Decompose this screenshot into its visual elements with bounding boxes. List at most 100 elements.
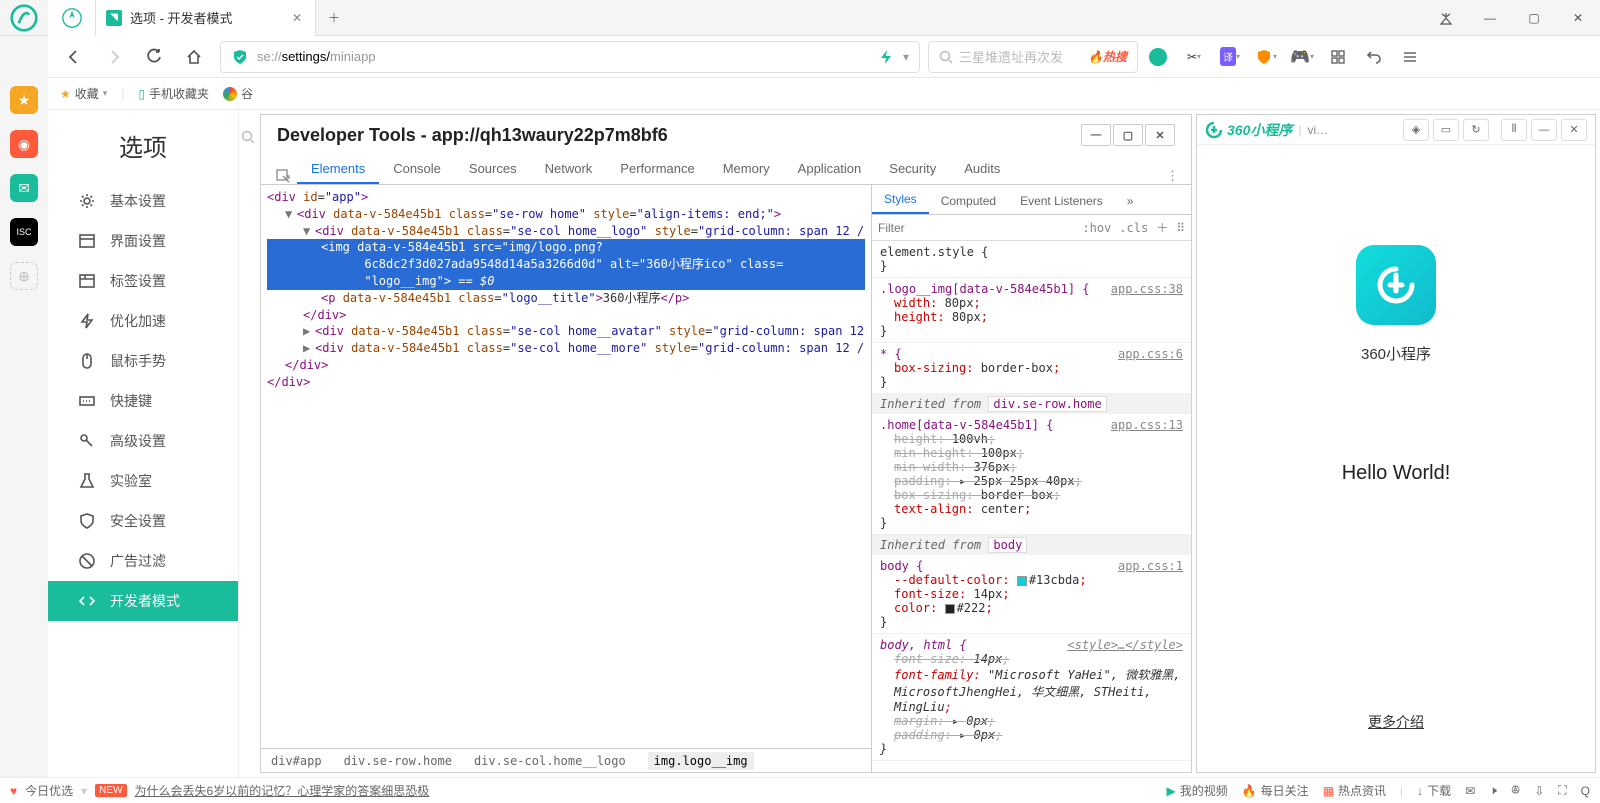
devtools-tab-elements[interactable]: Elements	[297, 155, 379, 184]
mini-search-icon[interactable]	[238, 110, 256, 777]
cls-toggle[interactable]: .cls	[1119, 221, 1148, 235]
statusbar-daily[interactable]: 🔥每日关注	[1242, 782, 1309, 799]
toolbar-menu-icon[interactable]	[1394, 41, 1426, 73]
styles-tab-more-icon[interactable]: »	[1115, 188, 1146, 214]
settings-item-wrench[interactable]: 高级设置	[48, 421, 238, 461]
devtools-tab-audits[interactable]: Audits	[950, 155, 1014, 184]
settings-item-gear[interactable]: 基本设置	[48, 181, 238, 221]
preview-device-button[interactable]: ▭	[1433, 119, 1459, 141]
statusbar-mail-icon[interactable]: ✉	[1465, 784, 1475, 798]
preview-close-button[interactable]: ✕	[1561, 119, 1587, 141]
statusbar-headline[interactable]: 为什么会丢失6岁以前的记忆？心理学家的答案细思恐极	[135, 782, 430, 799]
reload-button[interactable]	[136, 39, 172, 75]
new-tab-button[interactable]: ＋	[316, 0, 352, 36]
statusbar-ip-icon[interactable]: ꔮ	[1511, 783, 1520, 798]
bookmark-mobile[interactable]: ▯手机收藏夹	[138, 85, 209, 102]
favorites-icon[interactable]: ★	[10, 86, 38, 114]
settings-item-tag[interactable]: 标签设置	[48, 261, 238, 301]
inspect-icon[interactable]	[269, 168, 297, 184]
preview-reload-button[interactable]: ↻	[1463, 119, 1489, 141]
settings-item-shield[interactable]: 安全设置	[48, 501, 238, 541]
toolbar-undo-icon[interactable]	[1358, 41, 1390, 73]
styles-tab-styles[interactable]: Styles	[872, 186, 929, 214]
toolbar-game-icon[interactable]: 🎮▾	[1286, 41, 1318, 73]
statusbar-mute-icon[interactable]: 🕨	[1489, 783, 1497, 798]
styles-body[interactable]: element.style {} app.css:38 .logo__img[d…	[872, 241, 1191, 772]
styles-tab-computed[interactable]: Computed	[929, 188, 1008, 214]
isc-icon[interactable]: ISC	[10, 218, 38, 246]
devtools-more-icon[interactable]: ⋮	[1154, 168, 1191, 184]
bookmark-google[interactable]: 谷	[223, 85, 253, 102]
close-button[interactable]: ✕	[1556, 0, 1600, 36]
devtools-tab-performance[interactable]: Performance	[606, 155, 708, 184]
devtools-tab-console[interactable]: Console	[379, 155, 455, 184]
devtools-tab-security[interactable]: Security	[875, 155, 950, 184]
settings-item-flask[interactable]: 实验室	[48, 461, 238, 501]
dom-selected-node[interactable]: ⋯ <img data-v-584e45b1 src="img/logo.png…	[267, 239, 865, 289]
hov-toggle[interactable]: :hov	[1082, 221, 1111, 235]
devtools-maximize-button[interactable]: ▢	[1113, 124, 1143, 146]
minimize-button[interactable]: —	[1468, 0, 1512, 36]
devtools-minimize-button[interactable]: —	[1081, 124, 1111, 146]
dom-breadcrumb[interactable]: div#app div.se-row.home div.se-col.home_…	[261, 748, 871, 772]
compass-icon[interactable]	[48, 0, 96, 36]
statusbar-fullscreen-icon[interactable]: ⛶	[1558, 783, 1566, 798]
add-rule-icon[interactable]: ＋	[1156, 219, 1168, 236]
bookmarks-bar: ★收藏▾ | ▯手机收藏夹 谷	[48, 78, 1600, 110]
statusbar-youxuan[interactable]: 今日优选	[25, 782, 73, 799]
add-rail-icon[interactable]: ⊕	[10, 262, 38, 290]
maximize-button[interactable]: ▢	[1512, 0, 1556, 36]
toolbar-app-icon[interactable]	[1142, 41, 1174, 73]
devtools-tab-network[interactable]: Network	[531, 155, 607, 184]
settings-item-layout[interactable]: 界面设置	[48, 221, 238, 261]
dom-tree[interactable]: <div id="app"> ▼<div data-v-584e45b1 cla…	[261, 185, 871, 748]
toolbar-translate-icon[interactable]: 译▾	[1214, 41, 1246, 73]
styles-more-icon[interactable]: ⠿	[1176, 221, 1185, 235]
browser-tab[interactable]: ◥ 选项 - 开发者模式 ✕	[96, 0, 316, 36]
toolbar-shield-icon[interactable]: ▾	[1250, 41, 1282, 73]
wardrobe-icon[interactable]	[1424, 0, 1468, 36]
tab-favicon-icon: ◥	[106, 10, 122, 26]
home-button[interactable]	[176, 39, 212, 75]
settings-item-bolt[interactable]: 优化加速	[48, 301, 238, 341]
hot-search-badge[interactable]: 🔥热搜	[1088, 48, 1127, 65]
bookmark-favorites[interactable]: ★收藏▾	[60, 85, 107, 102]
search-field[interactable]: 三星堆遗址再次发 🔥热搜	[928, 41, 1138, 73]
toolbar-grid-icon[interactable]	[1322, 41, 1354, 73]
weibo-icon[interactable]: ◉	[10, 130, 38, 158]
devtools-tab-application[interactable]: Application	[784, 155, 876, 184]
search-icon	[939, 50, 953, 64]
preview-tab-name: vi…	[1307, 123, 1328, 137]
mail-icon[interactable]: ✉	[10, 174, 38, 202]
statusbar-hot[interactable]: ▦热点资讯	[1323, 782, 1386, 799]
forward-button[interactable]	[96, 39, 132, 75]
settings-item-keyboard[interactable]: 快捷键	[48, 381, 238, 421]
miniapp-preview: 360小程序 | vi… ◈ ▭ ↻ ⦀ — ✕ 360小程序 Hello Wo…	[1196, 114, 1596, 773]
preview-compass-button[interactable]: ◈	[1403, 119, 1429, 141]
statusbar-heart-icon[interactable]: ♥	[10, 784, 17, 798]
settings-item-code[interactable]: 开发者模式	[48, 581, 238, 621]
toolbar-scissors-icon[interactable]: ✂▾	[1178, 41, 1210, 73]
statusbar-download[interactable]: ↓ 下载	[1417, 782, 1451, 799]
statusbar-video[interactable]: ▶我的视频	[1166, 782, 1227, 799]
preview-more-link[interactable]: 更多介绍	[1368, 712, 1424, 732]
settings-item-ban[interactable]: 广告过滤	[48, 541, 238, 581]
statusbar-zoom-icon[interactable]: Q	[1581, 784, 1590, 798]
devtools-tab-sources[interactable]: Sources	[455, 155, 531, 184]
back-button[interactable]	[56, 39, 92, 75]
preview-minimize-button[interactable]: —	[1531, 119, 1557, 141]
browser-logo	[0, 4, 48, 32]
devtools-tab-memory[interactable]: Memory	[709, 155, 784, 184]
settings-item-mouse[interactable]: 鼠标手势	[48, 341, 238, 381]
statusbar-dl-icon[interactable]: ⇩	[1534, 784, 1544, 798]
devtools-close-button[interactable]: ✕	[1145, 124, 1175, 146]
styles-tab-events[interactable]: Event Listeners	[1008, 188, 1115, 214]
preview-settings-button[interactable]: ⦀	[1501, 119, 1527, 141]
preview-app-icon	[1356, 245, 1436, 325]
styles-filter-input[interactable]	[878, 221, 1074, 235]
chevron-down-icon[interactable]: ▾	[903, 50, 909, 64]
bolt-icon[interactable]	[877, 48, 895, 66]
url-field[interactable]: se://settings/miniapp ▾	[220, 41, 920, 73]
close-icon[interactable]: ✕	[289, 10, 305, 26]
devtools-title-bar: Developer Tools - app://qh13waury22p7m8b…	[261, 115, 1191, 155]
